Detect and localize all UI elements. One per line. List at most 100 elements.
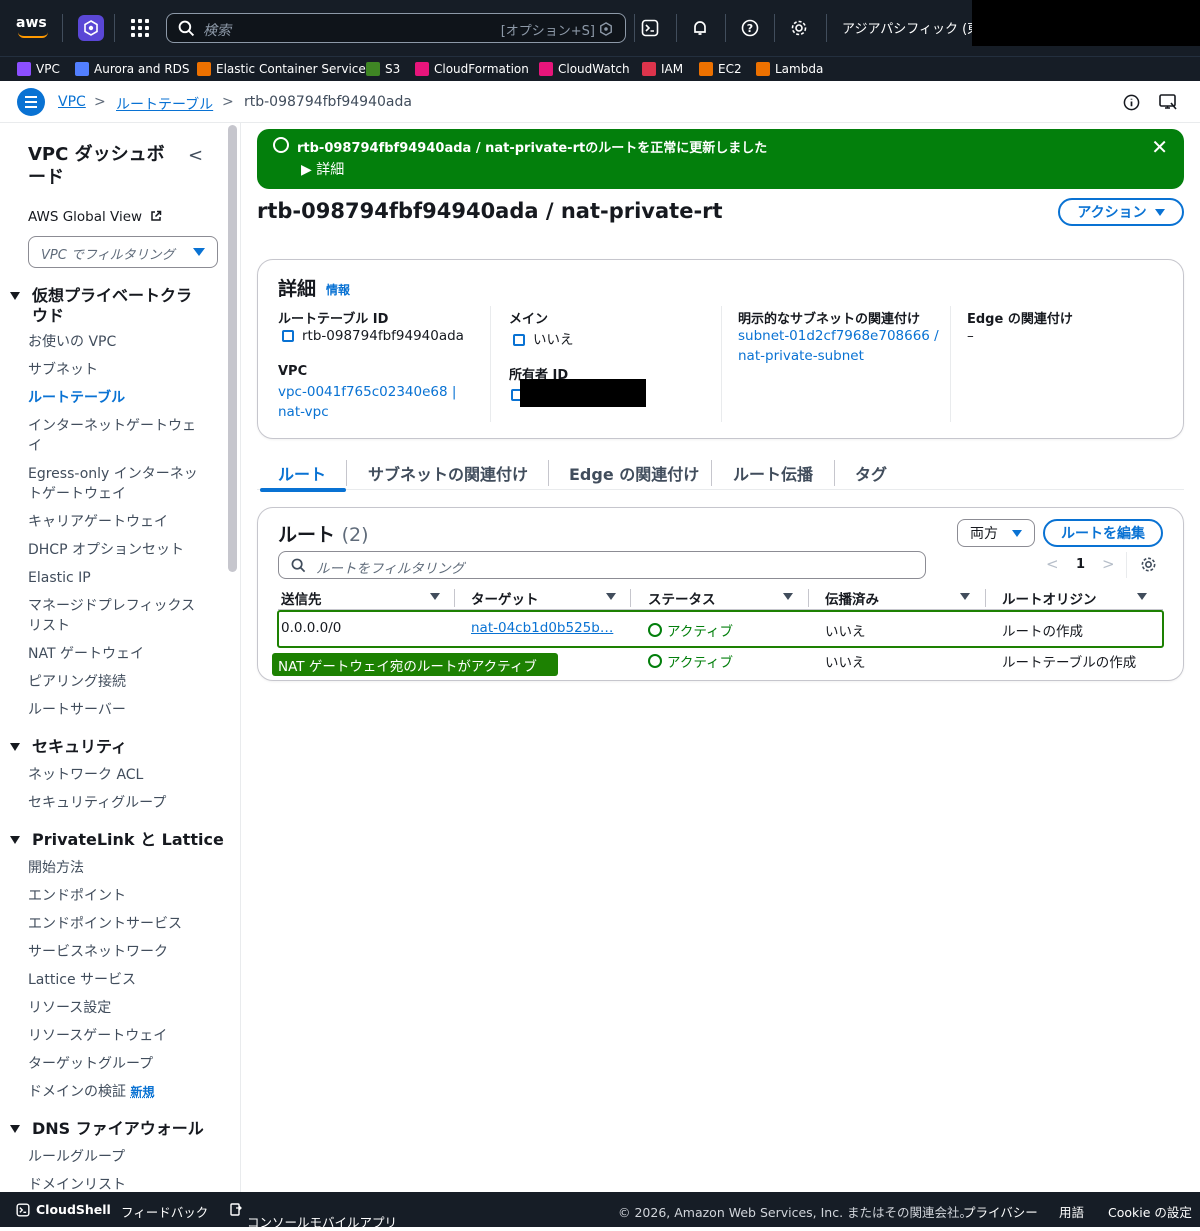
sort-caret-icon[interactable] [606, 593, 616, 600]
fav-ec2[interactable]: EC2 [699, 61, 742, 77]
external-link-icon [151, 210, 162, 221]
sidebar-item-rule-groups[interactable]: ルールグループ [28, 1147, 208, 1167]
sidebar-collapse-icon[interactable]: < [188, 145, 203, 166]
fav-ecs[interactable]: Elastic Container Service [197, 61, 366, 77]
cloudshell-footer-link[interactable]: CloudShell [16, 1202, 111, 1217]
breadcrumb-separator: > [222, 94, 234, 110]
fav-aurora-rds[interactable]: Aurora and RDS [75, 61, 190, 77]
tab-tags[interactable]: タグ [855, 461, 887, 485]
sidebar-item-dhcp[interactable]: DHCP オプションセット [28, 540, 208, 560]
route-target-link[interactable]: nat-04cb1d0b525b… [471, 620, 613, 636]
copy-icon[interactable] [513, 334, 525, 346]
fav-s3[interactable]: S3 [366, 61, 400, 77]
section-dns-firewall[interactable]: DNS ファイアウォール [10, 1119, 204, 1139]
vpc-filter-select[interactable]: VPC でフィルタリング [28, 236, 218, 268]
fav-vpc[interactable]: VPC [17, 61, 60, 77]
privacy-link[interactable]: プライバシー [963, 1202, 1038, 1221]
sidebar-item-your-vpcs[interactable]: お使いの VPC [28, 332, 208, 352]
cookie-settings-link[interactable]: Cookie の設定 [1108, 1202, 1192, 1221]
sidebar-item-internet-gateways[interactable]: インターネットゲートウェイ [28, 416, 200, 456]
sidebar-item-peering[interactable]: ピアリング接続 [28, 672, 208, 692]
notifications-bell-icon[interactable] [684, 12, 716, 44]
sidebar-item-target-groups[interactable]: ターゲットグループ [28, 1054, 208, 1074]
sidebar-item-getting-started[interactable]: 開始方法 [28, 858, 208, 878]
col-destination[interactable]: 送信先 [281, 588, 322, 608]
propagation-filter-select[interactable]: 両方 [957, 519, 1035, 547]
sidebar-item-resource-gateways[interactable]: リソースゲートウェイ [28, 1026, 208, 1046]
vpc-link[interactable]: vpc-0041f765c02340e68 | nat-vpc [278, 382, 456, 422]
tutorial-panel-icon[interactable] [1158, 92, 1178, 112]
sidebar-item-domain-verification[interactable]: ドメインの検証 新規 [28, 1082, 208, 1102]
tab-edge-associations[interactable]: Edge の関連付け [569, 461, 699, 485]
success-flash-banner: rtb-098794fbf94940ada / nat-private-rtのル… [257, 129, 1184, 189]
sidebar-item-endpoints[interactable]: エンドポイント [28, 886, 208, 906]
mobile-app-link[interactable]: コンソールモバイルアプリ [230, 1202, 397, 1230]
sidebar-item-domain-lists[interactable]: ドメインリスト [28, 1175, 208, 1192]
menu-toggle-icon[interactable] [17, 88, 45, 116]
route-filter-input[interactable]: ルートをフィルタリング [278, 551, 926, 579]
sidebar-item-lattice-services[interactable]: Lattice サービス [28, 970, 208, 990]
sidebar-item-elastic-ip[interactable]: Elastic IP [28, 568, 208, 588]
cloudshell-icon[interactable] [634, 12, 666, 44]
fav-cloudwatch[interactable]: CloudWatch [539, 61, 630, 77]
sidebar-item-endpoint-services[interactable]: エンドポイントサービス [28, 914, 208, 934]
copy-icon[interactable] [282, 330, 294, 342]
help-icon[interactable]: ? [734, 12, 766, 44]
sidebar-item-egress-only-igw[interactable]: Egress-only インターネットゲートウェイ [28, 464, 198, 504]
sidebar-item-nat-gateways[interactable]: NAT ゲートウェイ [28, 644, 208, 664]
breadcrumb-separator: > [94, 94, 106, 110]
breadcrumb-route-tables[interactable]: ルートテーブル [116, 94, 213, 114]
col-status[interactable]: ステータス [648, 588, 716, 608]
sort-caret-icon[interactable] [783, 593, 793, 600]
prev-page-icon[interactable]: < [1046, 555, 1059, 573]
section-privatelink[interactable]: PrivateLink と Lattice [10, 830, 224, 850]
col-propagated[interactable]: 伝播済み [825, 588, 879, 608]
aws-logo-text: aws [16, 15, 47, 31]
settings-gear-icon[interactable] [783, 12, 815, 44]
tab-subnet-associations[interactable]: サブネットの関連付け [368, 461, 528, 485]
flash-details-toggle[interactable]: ▶ 詳細 [301, 159, 344, 179]
subnet-link[interactable]: subnet-01d2cf7968e708666 /nat-private-su… [738, 326, 939, 366]
section-security[interactable]: セキュリティ [10, 737, 127, 757]
sidebar-item-route-tables[interactable]: ルートテーブル [28, 388, 208, 408]
sidebar-item-prefix-lists[interactable]: マネージドプレフィックスリスト [28, 596, 200, 636]
top-navigation-bar: aws 検索 [オプション+S] ? アジアパシフィック (東京) [0, 0, 1200, 56]
terms-link[interactable]: 用語 [1059, 1202, 1084, 1221]
fav-cloudformation[interactable]: CloudFormation [415, 61, 529, 77]
table-settings-gear-icon[interactable] [1140, 556, 1157, 577]
search-input[interactable]: 検索 [オプション+S] [166, 13, 626, 43]
col-target[interactable]: ターゲット [471, 588, 539, 608]
col-route-origin[interactable]: ルートオリジン [1002, 588, 1097, 608]
info-link[interactable]: 情報 [326, 281, 350, 298]
amazon-q-icon[interactable] [78, 15, 104, 41]
page-number[interactable]: 1 [1076, 557, 1085, 572]
edit-routes-button[interactable]: ルートを編集 [1043, 519, 1163, 547]
tab-route-propagation[interactable]: ルート伝播 [733, 461, 813, 485]
sidebar-item-carrier-gateways[interactable]: キャリアゲートウェイ [28, 512, 208, 532]
sidebar-item-route-servers[interactable]: ルートサーバー [28, 700, 208, 720]
sidebar-item-resource-configs[interactable]: リソース設定 [28, 998, 208, 1018]
fav-lambda[interactable]: Lambda [756, 61, 823, 77]
sidebar-item-network-acl[interactable]: ネットワーク ACL [28, 765, 208, 785]
sidebar-item-subnets[interactable]: サブネット [28, 360, 208, 380]
sidebar-item-security-groups[interactable]: セキュリティグループ [28, 793, 208, 813]
section-vpc[interactable]: 仮想プライベートクラウド [10, 286, 200, 326]
sort-caret-icon[interactable] [430, 593, 440, 600]
sidebar-scrollbar[interactable] [228, 125, 237, 572]
feedback-link[interactable]: フィードバック [121, 1202, 208, 1221]
caret-down-icon [10, 292, 20, 300]
sort-caret-icon[interactable] [960, 593, 970, 600]
aws-logo[interactable]: aws [16, 15, 52, 41]
services-menu-icon[interactable] [124, 12, 156, 44]
next-page-icon[interactable]: > [1102, 555, 1115, 573]
close-icon[interactable]: ✕ [1151, 135, 1168, 159]
sidebar-title[interactable]: VPC ダッシュボード [28, 143, 168, 189]
tab-routes[interactable]: ルート [278, 461, 326, 485]
actions-button[interactable]: アクション [1058, 198, 1184, 226]
fav-iam[interactable]: IAM [642, 61, 683, 77]
breadcrumb-vpc[interactable]: VPC [58, 94, 86, 110]
info-circle-icon[interactable] [1121, 92, 1141, 112]
aws-global-view-link[interactable]: AWS Global View [28, 209, 162, 225]
sidebar-item-service-networks[interactable]: サービスネットワーク [28, 942, 208, 962]
sort-caret-icon[interactable] [1137, 593, 1147, 600]
